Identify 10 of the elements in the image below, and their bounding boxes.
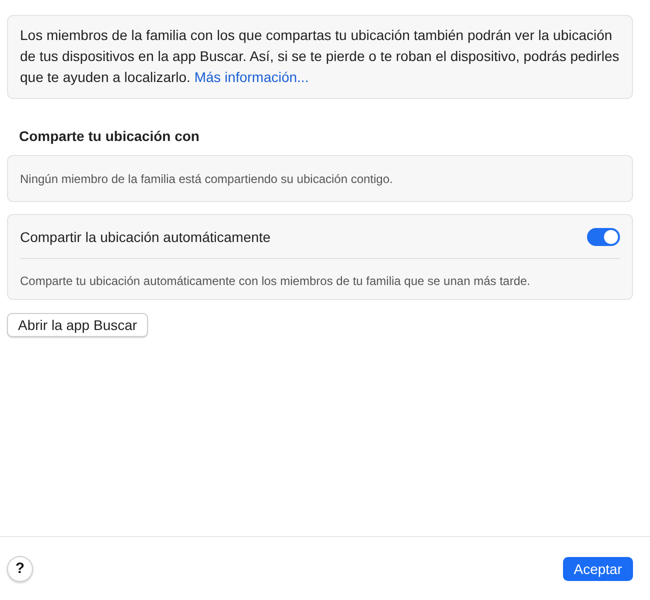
sharing-status-text: Ningún miembro de la familia está compartiendo su ubicación contigo. <box>20 172 393 186</box>
auto-share-toggle[interactable] <box>587 228 620 246</box>
auto-share-label: Compartir la ubicación automáticamente <box>20 228 271 244</box>
auto-share-description: Comparte tu ubicación automáticamente con los miembros de tu familia que se unan más tarde. <box>20 273 532 289</box>
more-info-link[interactable]: Más información... <box>194 69 309 85</box>
open-find-app-button[interactable]: Abrir la app Buscar <box>7 313 148 337</box>
accept-button[interactable]: Aceptar <box>562 556 633 580</box>
section-title: Comparte tu ubicación con <box>19 128 200 144</box>
info-text: Los miembros de la familia con los que compartas tu ubicación también podrán ver la ubicación de tus dispositivos en la app Buscar. Así, si se te pierde o te roban el dispositivo, podrás pedirles que te ayuden a localizarlo. Más información... <box>20 26 620 87</box>
help-button[interactable]: ? <box>7 556 33 582</box>
